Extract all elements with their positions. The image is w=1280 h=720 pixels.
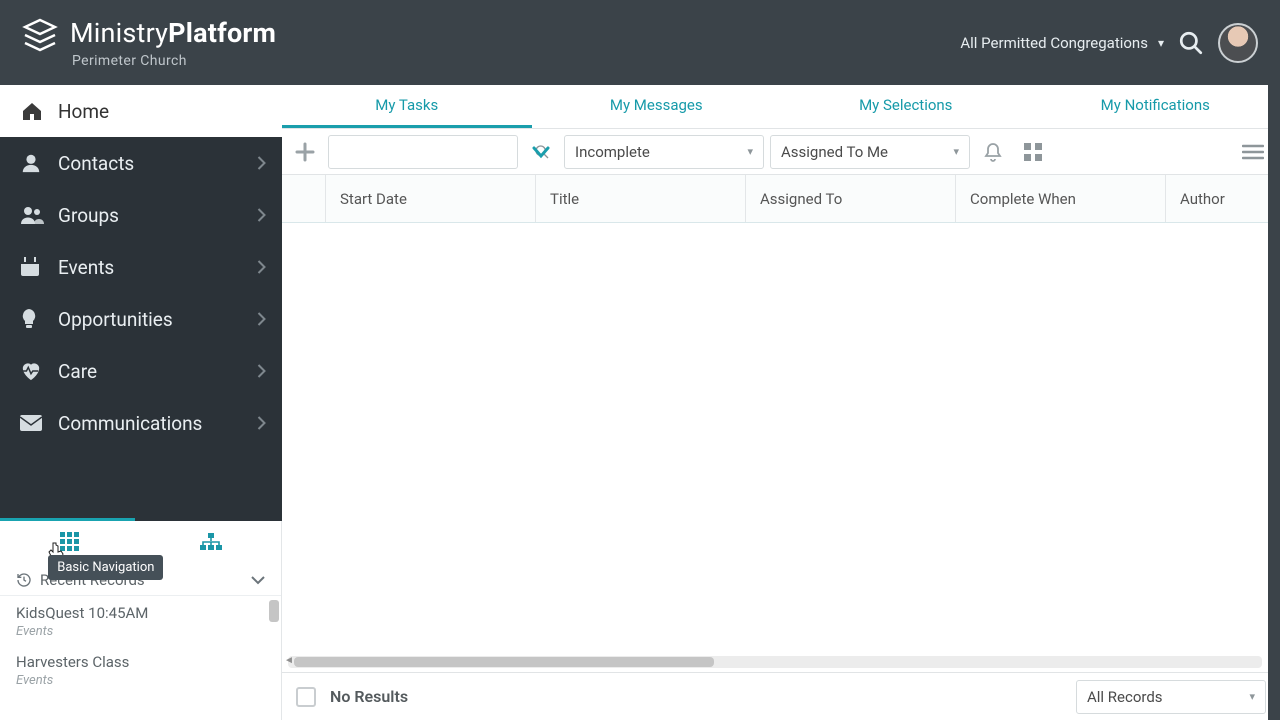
- tab-label: My Tasks: [375, 96, 438, 114]
- brand-title: MinistryPlatform: [70, 17, 276, 49]
- column-title[interactable]: Title: [536, 175, 746, 222]
- envelope-icon: [20, 415, 44, 431]
- brand-subtitle: Perimeter Church: [70, 53, 276, 69]
- status-value: Incomplete: [575, 143, 650, 161]
- horizontal-scrollbar[interactable]: ◄ ►: [288, 656, 1262, 668]
- recent-item-title: KidsQuest 10:45AM: [16, 604, 265, 622]
- sidebar-item-communications[interactable]: Communications: [0, 397, 282, 449]
- sidebar-item-label: Contacts: [58, 152, 134, 175]
- chevron-down-icon: [251, 576, 265, 585]
- table-header: Start Date Title Assigned To Complete Wh…: [282, 175, 1280, 223]
- chevron-right-icon: [257, 260, 266, 274]
- sidebar-item-label: Events: [58, 256, 114, 279]
- column-author[interactable]: Author: [1166, 175, 1280, 222]
- chevron-right-icon: [257, 208, 266, 222]
- calendar-icon: [20, 257, 44, 277]
- more-menu-button[interactable]: [1236, 135, 1270, 169]
- sidebar-item-opportunities[interactable]: Opportunities: [0, 293, 282, 345]
- scroll-left-icon[interactable]: ◄: [284, 655, 294, 666]
- congregation-select[interactable]: All Permitted Congregations ▾: [960, 34, 1164, 52]
- column-start-date[interactable]: Start Date: [326, 175, 536, 222]
- recent-item-sub: Events: [16, 673, 265, 688]
- sidebar-item-label: Communications: [58, 412, 202, 435]
- grid-nav-button[interactable]: [60, 532, 80, 552]
- user-avatar[interactable]: [1218, 23, 1258, 63]
- sidebar: Home Contacts Groups: [0, 85, 282, 720]
- search-input-wrap: [328, 135, 518, 169]
- recent-records-list: KidsQuest 10:45AM Events Harvesters Clas…: [0, 595, 281, 694]
- brand: MinistryPlatform Perimeter Church: [22, 17, 276, 69]
- scrollbar-thumb[interactable]: [294, 657, 714, 667]
- result-count: No Results: [330, 687, 408, 706]
- toolbar: Incomplete ▾ Assigned To Me ▾: [282, 129, 1280, 175]
- sidebar-item-groups[interactable]: Groups: [0, 189, 282, 241]
- tab-my-notifications[interactable]: My Notifications: [1031, 85, 1280, 128]
- home-icon: [20, 100, 44, 122]
- table-footer: No Results All Records ▾: [282, 672, 1280, 720]
- tab-label: My Messages: [610, 96, 703, 114]
- grid-view-button[interactable]: [1016, 135, 1050, 169]
- assigned-select[interactable]: Assigned To Me ▾: [770, 135, 970, 169]
- chevron-right-icon: [257, 156, 266, 170]
- window-edge: [1268, 0, 1280, 720]
- tree-nav-button[interactable]: [200, 533, 222, 551]
- lightbulb-icon: [20, 308, 44, 330]
- chevron-down-icon: ▾: [747, 145, 753, 158]
- recent-item-sub: Events: [16, 624, 265, 639]
- chevron-right-icon: [257, 416, 266, 430]
- sidebar-item-label: Groups: [58, 204, 119, 227]
- filter-dropdown-button[interactable]: [524, 135, 558, 169]
- chevron-right-icon: [257, 312, 266, 326]
- search-input[interactable]: [329, 144, 526, 160]
- column-assigned-to[interactable]: Assigned To: [746, 175, 956, 222]
- column-complete-when[interactable]: Complete When: [956, 175, 1166, 222]
- tab-my-tasks[interactable]: My Tasks: [282, 85, 532, 128]
- records-filter-select[interactable]: All Records ▾: [1076, 680, 1266, 714]
- chevron-down-icon: ▾: [1158, 36, 1164, 50]
- sidebar-item-home[interactable]: Home: [0, 85, 282, 137]
- tab-label: My Notifications: [1101, 96, 1210, 114]
- sidebar-item-label: Care: [58, 360, 97, 383]
- sidebar-item-contacts[interactable]: Contacts: [0, 137, 282, 189]
- logo-icon: [22, 17, 58, 57]
- notifications-button[interactable]: [976, 135, 1010, 169]
- chevron-down-icon: ▾: [1249, 690, 1255, 703]
- assigned-value: Assigned To Me: [781, 143, 888, 161]
- sidebar-spacer: [0, 449, 282, 521]
- add-button[interactable]: [288, 135, 322, 169]
- person-icon: [20, 152, 44, 174]
- tab-my-messages[interactable]: My Messages: [532, 85, 782, 128]
- scrollbar-thumb[interactable]: [269, 600, 279, 622]
- recent-item[interactable]: KidsQuest 10:45AM Events: [0, 596, 281, 645]
- heart-icon: [20, 361, 44, 381]
- sidebar-item-label: Home: [58, 100, 109, 123]
- people-icon: [20, 205, 44, 225]
- nav-mode-toggle: Basic Navigation: [0, 521, 281, 563]
- column-checkbox[interactable]: [282, 175, 326, 222]
- app-header: MinistryPlatform Perimeter Church All Pe…: [0, 0, 1280, 85]
- chevron-right-icon: [257, 364, 266, 378]
- chevron-down-icon: ▾: [953, 145, 959, 158]
- status-select[interactable]: Incomplete ▾: [564, 135, 764, 169]
- select-all-checkbox[interactable]: [296, 687, 316, 707]
- tab-my-selections[interactable]: My Selections: [781, 85, 1031, 128]
- main-content: My Tasks My Messages My Selections My No…: [282, 85, 1280, 720]
- tab-label: My Selections: [859, 96, 952, 114]
- table-body: ◄ ►: [282, 223, 1280, 672]
- sidebar-item-events[interactable]: Events: [0, 241, 282, 293]
- recent-item-title: Harvesters Class: [16, 653, 265, 671]
- recent-item[interactable]: Harvesters Class Events: [0, 645, 281, 694]
- tabbar: My Tasks My Messages My Selections My No…: [282, 85, 1280, 129]
- sidebar-item-label: Opportunities: [58, 308, 173, 331]
- global-search-button[interactable]: [1178, 30, 1204, 56]
- history-icon: [16, 572, 32, 588]
- records-filter-value: All Records: [1087, 688, 1163, 706]
- sidebar-item-care[interactable]: Care: [0, 345, 282, 397]
